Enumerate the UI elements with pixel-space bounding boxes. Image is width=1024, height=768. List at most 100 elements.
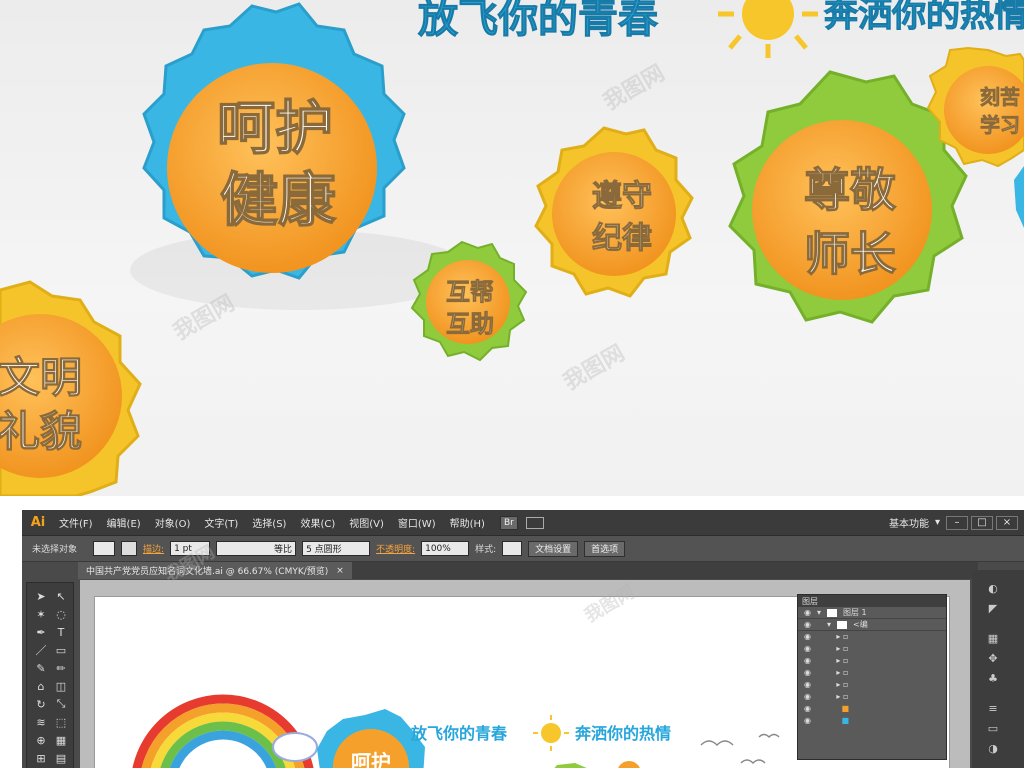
layers-panel[interactable]: 图层 ◉ ▾ 图层 1 ◉ ▾ <编 ◉ ▸ ▫ ◉ ▸ ▫ ◉ ▸ ▫ ◉ ▸… xyxy=(797,594,947,760)
pencil-tool-icon[interactable]: ✏ xyxy=(53,661,69,675)
tools-panel: ➤ ↖ ✶ ◌ ✒ T ／ ▭ ✎ ✏ ⌂ ◫ ↻ ⤡ ≋ ⬚ ⊕ ▦ ⊞ ▤ xyxy=(26,582,74,768)
badge-6-line1: 刻苦 xyxy=(980,85,1020,109)
menu-type[interactable]: 文字(T) xyxy=(197,515,245,530)
badge-1-line1: 呵护 xyxy=(217,94,333,162)
pen-tool-icon[interactable]: ✒ xyxy=(33,625,49,639)
headline-left: 放飞你的青春 xyxy=(418,0,658,42)
badge-2-line1: 文明 xyxy=(0,353,82,402)
selection-status: 未选择对象 xyxy=(32,545,78,555)
menu-bar: Ai 文件(F) 编辑(E) 对象(O) 文字(T) 选择(S) 效果(C) 视… xyxy=(22,510,1024,536)
sun-icon xyxy=(718,0,818,58)
layer-name: 图层 1 xyxy=(843,608,867,617)
layer-row[interactable]: ◉ ▾ 图层 1 xyxy=(798,607,946,619)
perspective-grid-icon[interactable]: ▦ xyxy=(53,733,69,747)
width-tool-icon[interactable]: ≋ xyxy=(33,715,49,729)
lasso-tool-icon[interactable]: ◌ xyxy=(53,607,69,621)
document-tab[interactable]: 中国共产党党员应知名词文化墙.ai @ 66.67% (CMYK/预览) × xyxy=(78,562,352,579)
photo-scene: 呵护 健康 文明 礼貌 互帮 互助 遵守 纪律 尊敬 师长 刻苦 学习 放飞你的… xyxy=(0,0,1024,496)
document-setup-button[interactable]: 文档设置 xyxy=(528,540,579,557)
type-tool-icon[interactable]: T xyxy=(53,625,69,639)
brushes-icon[interactable]: ✥ xyxy=(984,650,1002,666)
stroke-panel-icon[interactable]: ≡ xyxy=(984,700,1002,716)
badge-2-line2: 礼貌 xyxy=(0,407,82,456)
sublayer-row[interactable]: ◉ ▾ <编 xyxy=(798,619,946,631)
sublayer-name: <编 xyxy=(853,620,868,629)
artwork-headline-left: 放飞你的青春 xyxy=(410,724,508,743)
stroke-label[interactable]: 描边: xyxy=(143,542,164,555)
menu-help[interactable]: 帮助(H) xyxy=(443,515,492,530)
fill-swatch[interactable] xyxy=(93,541,116,556)
gradient-tool-icon[interactable]: ▤ xyxy=(53,751,69,765)
artwork-headline-right: 奔洒你的热情 xyxy=(574,724,671,743)
sublayer-thumbnail xyxy=(837,620,847,629)
stroke-swatch[interactable] xyxy=(121,541,138,556)
eye-icon[interactable]: ◉ xyxy=(804,620,811,629)
paintbrush-tool-icon[interactable]: ✎ xyxy=(33,661,49,675)
color-guide-icon[interactable]: ◤ xyxy=(984,600,1002,616)
brush-select[interactable]: 5 点圆形 xyxy=(302,541,371,556)
free-transform-icon[interactable]: ⬚ xyxy=(53,715,69,729)
layers-panel-header: 图层 xyxy=(798,595,946,607)
menu-object[interactable]: 对象(O) xyxy=(148,515,198,530)
graphic-style-swatch[interactable] xyxy=(502,541,523,556)
line-tool-icon[interactable]: ／ xyxy=(33,643,49,657)
style-label: 样式: xyxy=(475,545,497,555)
swatches-icon[interactable]: ▦ xyxy=(984,630,1002,646)
image-separator xyxy=(0,496,1024,510)
tab-close-icon[interactable]: × xyxy=(336,566,344,576)
opacity-input[interactable]: 100% xyxy=(421,541,470,556)
layer-item[interactable]: ◉ ▸ ▫ xyxy=(804,643,946,655)
artwork-badge-text: 呵护 xyxy=(351,750,391,768)
shape-builder-icon[interactable]: ⊕ xyxy=(33,733,49,747)
expand-arrow-icon[interactable]: ▾ xyxy=(817,608,821,617)
layer-items: ◉ ▸ ▫ ◉ ▸ ▫ ◉ ▸ ▫ ◉ ▸ ▫ ◉ ▸ ▫ ◉ ▸ ▫ ◉ ■ … xyxy=(798,631,946,727)
illustrator-window: Ai 文件(F) 编辑(E) 对象(O) 文字(T) 选择(S) 效果(C) 视… xyxy=(22,510,1024,768)
badge-1-line2: 健康 xyxy=(220,166,336,234)
rainbow-graphic xyxy=(132,694,318,768)
magic-wand-icon[interactable]: ✶ xyxy=(33,607,49,621)
birds-graphic xyxy=(700,733,780,765)
bridge-button[interactable]: Br xyxy=(499,515,518,530)
layer-item[interactable]: ◉ ■ xyxy=(804,703,946,715)
color-panel-icon[interactable]: ◐ xyxy=(984,580,1002,596)
menu-file[interactable]: 文件(F) xyxy=(52,515,100,530)
transparency-icon[interactable]: ◑ xyxy=(984,740,1002,756)
symbols-icon[interactable]: ♣ xyxy=(984,670,1002,686)
selection-tool-icon[interactable]: ➤ xyxy=(33,589,49,603)
menu-effect[interactable]: 效果(C) xyxy=(293,515,342,530)
artwork-sun-icon xyxy=(533,715,569,751)
menu-window[interactable]: 窗口(W) xyxy=(391,515,443,530)
stroke-profile-select[interactable]: 等比 xyxy=(216,541,297,556)
headline-right: 奔洒你的热情 xyxy=(824,0,1024,35)
badge-4-line1: 遵守 xyxy=(592,179,652,214)
mesh-tool-icon[interactable]: ⊞ xyxy=(33,751,49,765)
eye-icon[interactable]: ◉ xyxy=(804,608,811,617)
opacity-label[interactable]: 不透明度: xyxy=(376,542,415,555)
gradient-panel-icon[interactable]: ▭ xyxy=(984,720,1002,736)
document-tab-bar: 中国共产党党员应知名词文化墙.ai @ 66.67% (CMYK/预览) × xyxy=(78,562,978,579)
menu-edit[interactable]: 编辑(E) xyxy=(100,515,148,530)
rectangle-tool-icon[interactable]: ▭ xyxy=(53,643,69,657)
layer-item[interactable]: ◉ ▸ ▫ xyxy=(804,655,946,667)
layer-item[interactable]: ◉ ▸ ▫ xyxy=(804,667,946,679)
layer-item[interactable]: ◉ ▸ ▫ xyxy=(804,691,946,703)
chevron-down-icon[interactable]: ▾ xyxy=(935,517,940,528)
preferences-button[interactable]: 首选项 xyxy=(584,540,626,557)
eraser-tool-icon[interactable]: ◫ xyxy=(53,679,69,693)
direct-selection-tool-icon[interactable]: ↖ xyxy=(53,589,69,603)
minimize-icon[interactable]: – xyxy=(946,515,968,530)
expand-arrow-icon[interactable]: ▾ xyxy=(827,620,831,629)
scale-tool-icon[interactable]: ⤡ xyxy=(53,697,69,711)
rotate-tool-icon[interactable]: ↻ xyxy=(33,697,49,711)
menu-view[interactable]: 视图(V) xyxy=(342,515,391,530)
layer-item[interactable]: ◉ ▸ ▫ xyxy=(804,631,946,643)
blob-brush-icon[interactable]: ⌂ xyxy=(33,679,49,693)
canvas-area[interactable]: 呵护 放飞你的青春 奔洒你的热情 图层 ◉ ▾ 图层 1 ◉ ▾ <编 ◉ ▸ … xyxy=(80,580,970,768)
menu-select[interactable]: 选择(S) xyxy=(245,515,293,530)
arrange-documents-icon[interactable] xyxy=(525,516,544,529)
maximize-icon[interactable]: □ xyxy=(971,515,993,530)
workspace-switcher[interactable]: 基本功能 xyxy=(889,515,929,530)
layer-item[interactable]: ◉ ■ xyxy=(804,715,946,727)
layer-item[interactable]: ◉ ▸ ▫ xyxy=(804,679,946,691)
close-icon[interactable]: × xyxy=(996,515,1018,530)
